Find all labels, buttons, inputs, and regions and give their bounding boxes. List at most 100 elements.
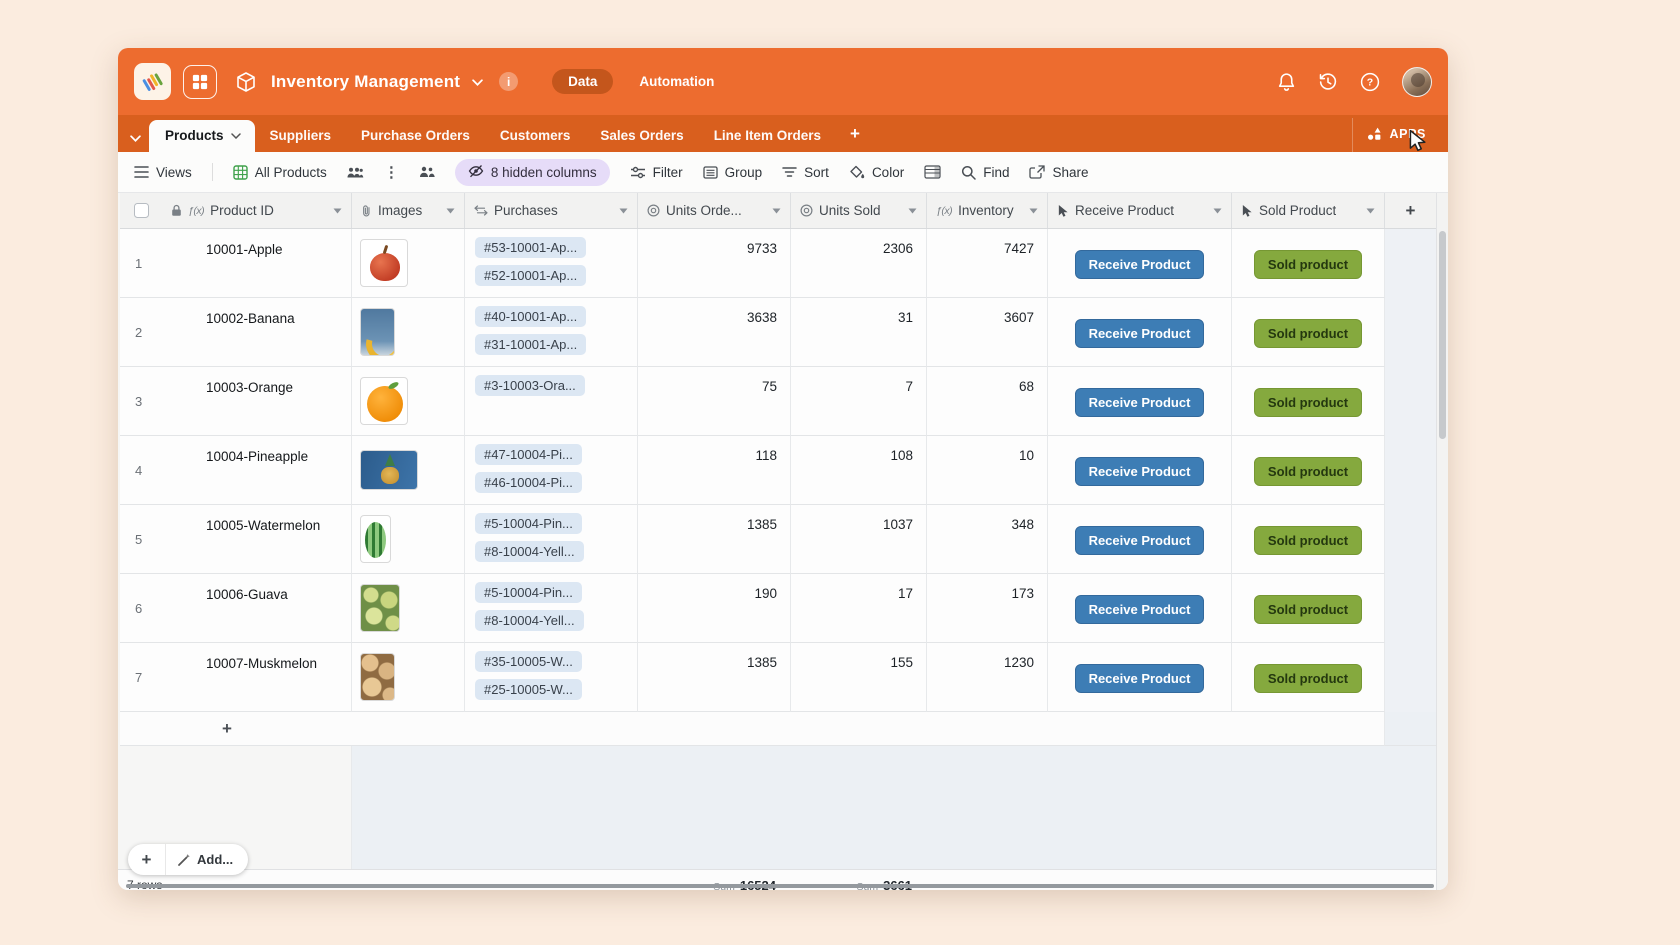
more-options-icon[interactable]: ⋮ — [384, 163, 399, 181]
views-button[interactable]: Views — [134, 165, 192, 180]
cell-purchases[interactable]: #35-10005-W...#25-10005-W... — [465, 643, 638, 712]
column-header-units-ordered[interactable]: Units Orde... — [638, 193, 791, 228]
table-row[interactable]: 3 10003-Orange #3-10003-Ora... 75 7 68 R… — [120, 367, 1436, 436]
cell-product-id[interactable]: 10007-Muskmelon — [162, 643, 352, 712]
bell-icon[interactable] — [1277, 72, 1296, 92]
product-image[interactable] — [360, 584, 400, 632]
linked-record-pill[interactable]: #5-10004-Pin... — [475, 582, 582, 603]
cell-purchases[interactable]: #47-10004-Pi... #46-10004-Pi... — [465, 436, 638, 505]
chevron-down-icon[interactable] — [333, 208, 342, 214]
table-row[interactable]: 5 10005-Watermelon #5-10004-Pin...#8-100… — [120, 505, 1436, 574]
cell-inventory[interactable]: 7427 — [927, 229, 1048, 298]
table-row[interactable]: 2 10002-Banana #40-10001-Ap...#31-10001-… — [120, 298, 1436, 367]
vertical-scrollbar-thumb[interactable] — [1439, 231, 1446, 439]
chevron-down-icon[interactable] — [1029, 208, 1038, 214]
info-icon[interactable]: i — [499, 72, 518, 91]
sort-button[interactable]: Sort — [782, 165, 829, 180]
cell-images[interactable] — [352, 229, 465, 298]
history-icon[interactable] — [1318, 72, 1338, 92]
linked-record-pill[interactable]: #52-10001-Ap... — [475, 265, 586, 286]
add-record-controls[interactable]: + Add... — [128, 844, 248, 875]
cell-images[interactable] — [352, 505, 465, 574]
collaborators-crowd-icon[interactable] — [347, 166, 364, 179]
linked-record-pill[interactable]: #31-10001-Ap... — [475, 334, 586, 355]
cell-images[interactable] — [352, 436, 465, 505]
chevron-down-icon[interactable] — [908, 208, 917, 214]
tab-line-item-orders[interactable]: Line Item Orders — [699, 119, 836, 152]
table-row[interactable]: 7 10007-Muskmelon #35-10005-W...#25-1000… — [120, 643, 1436, 712]
cell-images[interactable] — [352, 574, 465, 643]
cell-units-sold[interactable]: 1037 — [791, 505, 927, 574]
table-row[interactable]: 4 10004-Pineapple #47-10004-Pi...#46-100… — [120, 436, 1436, 505]
tab-automation[interactable]: Automation — [639, 74, 714, 89]
cell-units-sold[interactable]: 155 — [791, 643, 927, 712]
cell-inventory[interactable]: 3607 — [927, 298, 1048, 367]
user-avatar[interactable] — [1402, 67, 1432, 97]
cell-inventory[interactable]: 1230 — [927, 643, 1048, 712]
column-header-purchases[interactable]: Purchases — [465, 193, 638, 228]
tab-sales-orders[interactable]: Sales Orders — [585, 119, 698, 152]
table-row[interactable]: 6 10006-Guava #5-10004-Pin...#8-10004-Ye… — [120, 574, 1436, 643]
product-image[interactable] — [360, 308, 395, 356]
cell-product-id[interactable]: 10005-Watermelon — [162, 505, 352, 574]
current-view-button[interactable]: All Products — [233, 165, 327, 180]
tab-chevron-down-icon[interactable] — [231, 133, 241, 139]
receive-product-button[interactable]: Receive Product — [1075, 250, 1205, 279]
cell-purchases[interactable]: #3-10003-Ora... — [465, 367, 638, 436]
select-all-checkbox[interactable] — [134, 203, 149, 218]
cell-product-id[interactable]: 10002-Banana — [162, 298, 352, 367]
receive-product-button[interactable]: Receive Product — [1075, 526, 1205, 555]
cell-purchases[interactable]: #53-10001-Ap... #52-10001-Ap... — [465, 229, 638, 298]
cell-units-sold[interactable]: 17 — [791, 574, 927, 643]
linked-record-pill[interactable]: #8-10004-Yell... — [475, 610, 584, 631]
column-header-product-id[interactable]: ƒ(x) Product ID — [162, 193, 352, 228]
horizontal-scrollbar[interactable] — [126, 884, 1434, 888]
sold-product-button[interactable]: Sold product — [1254, 457, 1362, 486]
share-button[interactable]: Share — [1029, 165, 1088, 180]
column-header-inventory[interactable]: ƒ(x) Inventory — [927, 193, 1048, 228]
cell-units-ordered[interactable]: 118 — [638, 436, 791, 505]
cell-units-ordered[interactable]: 9733 — [638, 229, 791, 298]
chevron-down-icon[interactable] — [772, 208, 781, 214]
product-image[interactable] — [360, 239, 408, 287]
cell-inventory[interactable]: 68 — [927, 367, 1048, 436]
linked-record-pill[interactable]: #53-10001-Ap... — [475, 237, 586, 258]
vertical-scrollbar[interactable] — [1436, 193, 1448, 890]
sold-product-button[interactable]: Sold product — [1254, 319, 1362, 348]
cell-units-sold[interactable]: 2306 — [791, 229, 927, 298]
receive-product-button[interactable]: Receive Product — [1075, 388, 1205, 417]
tab-customers[interactable]: Customers — [485, 119, 586, 152]
cell-units-ordered[interactable]: 1385 — [638, 643, 791, 712]
find-button[interactable]: Find — [961, 165, 1009, 180]
cell-images[interactable] — [352, 367, 465, 436]
table-row[interactable]: 1 10001-Apple #53-10001-Ap...#52-10001-A… — [120, 229, 1436, 298]
add-record-menu-button[interactable]: Add... — [166, 852, 248, 867]
linked-record-pill[interactable]: #25-10005-W... — [475, 679, 582, 700]
linked-record-pill[interactable]: #46-10004-Pi... — [475, 472, 582, 493]
tab-purchase-orders[interactable]: Purchase Orders — [346, 119, 485, 152]
tab-data[interactable]: Data — [552, 69, 613, 94]
cell-units-sold[interactable]: 7 — [791, 367, 927, 436]
help-icon[interactable]: ? — [1360, 72, 1380, 92]
sold-product-button[interactable]: Sold product — [1254, 250, 1362, 279]
color-button[interactable]: Color — [849, 165, 904, 180]
chevron-down-icon[interactable] — [1213, 208, 1222, 214]
tab-suppliers[interactable]: Suppliers — [255, 119, 347, 152]
sold-product-button[interactable]: Sold product — [1254, 526, 1362, 555]
chevron-down-icon[interactable] — [1366, 208, 1375, 214]
receive-product-button[interactable]: Receive Product — [1075, 595, 1205, 624]
linked-record-pill[interactable]: #47-10004-Pi... — [475, 444, 582, 465]
title-chevron-down-icon[interactable] — [472, 79, 483, 86]
cell-units-ordered[interactable]: 1385 — [638, 505, 791, 574]
receive-product-button[interactable]: Receive Product — [1075, 664, 1205, 693]
cell-purchases[interactable]: #5-10004-Pin...#8-10004-Yell... — [465, 505, 638, 574]
sold-product-button[interactable]: Sold product — [1254, 664, 1362, 693]
cell-product-id[interactable]: 10006-Guava — [162, 574, 352, 643]
stackby-logo[interactable] — [134, 63, 171, 100]
column-header-images[interactable]: Images — [352, 193, 465, 228]
cell-product-id[interactable]: 10001-Apple — [162, 229, 352, 298]
cell-images[interactable] — [352, 298, 465, 367]
cell-product-id[interactable]: 10004-Pineapple — [162, 436, 352, 505]
row-height-icon[interactable] — [924, 165, 941, 179]
cell-images[interactable] — [352, 643, 465, 712]
